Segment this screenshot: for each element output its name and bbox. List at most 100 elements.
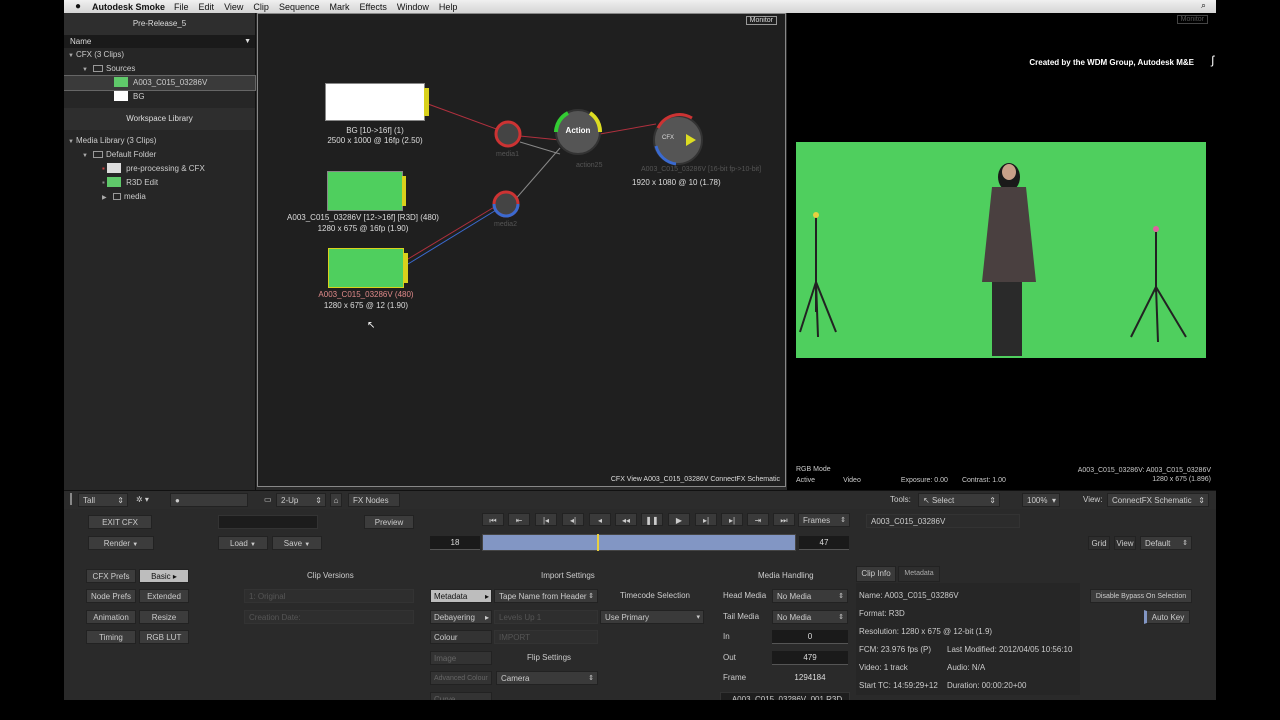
- debayering-button[interactable]: Debayering ▸: [430, 610, 492, 624]
- view-button[interactable]: View: [1114, 536, 1136, 550]
- panel-handle[interactable]: [70, 493, 72, 505]
- flip-dropdown[interactable]: Camera ⇕: [496, 671, 598, 685]
- menu-clip[interactable]: Clip: [253, 2, 269, 12]
- search-field[interactable]: ●: [170, 493, 248, 507]
- frame-end-field[interactable]: 47: [799, 536, 849, 550]
- bg-output-tab[interactable]: [424, 88, 429, 116]
- clip-version-dropdown[interactable]: 1: Original: [244, 589, 414, 603]
- clip-name-field[interactable]: A003_C015_03286V: [866, 514, 1020, 528]
- expand-arrow-icon[interactable]: ▼: [68, 135, 76, 149]
- link-media2-action[interactable]: [512, 147, 561, 203]
- app-name-menu[interactable]: Autodesk Smoke: [92, 2, 165, 12]
- apple-icon[interactable]: ●: [64, 1, 92, 12]
- tab-metadata[interactable]: Metadata: [898, 566, 940, 582]
- tools-dropdown[interactable]: ↖ Select ⇕: [918, 493, 1000, 507]
- media1-node[interactable]: [494, 120, 522, 148]
- play-icon[interactable]: ▶: [668, 513, 690, 526]
- colour-button[interactable]: Colour: [430, 630, 492, 644]
- r3d-output-tab[interactable]: [402, 176, 406, 206]
- r3d-clip-node[interactable]: [327, 171, 403, 211]
- step-back-icon[interactable]: ◂: [589, 513, 611, 526]
- auto-key-button[interactable]: Auto Key: [1144, 610, 1190, 624]
- source-output-tab[interactable]: [404, 253, 408, 283]
- head-media-dropdown[interactable]: No Media ⇕: [772, 589, 848, 603]
- tail-media-dropdown[interactable]: No Media ⇕: [772, 610, 848, 624]
- extended-button[interactable]: Extended: [139, 589, 189, 603]
- link-action-cfx[interactable]: [599, 123, 657, 135]
- menu-view[interactable]: View: [224, 2, 243, 12]
- expand-arrow-icon[interactable]: ▼: [68, 49, 76, 63]
- playhead[interactable]: [597, 534, 599, 551]
- go-to-start-icon[interactable]: ⏮: [482, 513, 504, 526]
- expand-arrow-icon[interactable]: ▼: [82, 63, 90, 77]
- menu-mark[interactable]: Mark: [329, 2, 349, 12]
- fx-nodes-button[interactable]: FX Nodes: [348, 493, 400, 507]
- menu-help[interactable]: Help: [439, 2, 458, 12]
- tall-dropdown[interactable]: Tall ⇕: [78, 493, 128, 507]
- exit-cfx-button[interactable]: EXIT CFX: [88, 515, 152, 529]
- tape-name-dropdown[interactable]: Tape Name from Header ⇕: [494, 589, 598, 603]
- schematic-viewport[interactable]: Monitor BG [10->16f] (1) 2500 x 1000 @ 1…: [257, 13, 786, 487]
- frame-start-field[interactable]: 18: [430, 536, 480, 550]
- default-dropdown[interactable]: Default ⇕: [1140, 536, 1192, 550]
- expand-arrow-icon[interactable]: ▼: [82, 149, 90, 163]
- gear-icon[interactable]: ✲ ▾: [136, 493, 149, 507]
- grid-button[interactable]: Grid: [1088, 536, 1110, 550]
- preview-button[interactable]: Preview: [364, 515, 414, 529]
- spotlight-search-icon[interactable]: ⌕: [1201, 0, 1206, 11]
- timeline-bar[interactable]: [482, 534, 796, 551]
- timing-button[interactable]: Timing: [86, 630, 136, 644]
- source-clip-node[interactable]: [328, 248, 404, 288]
- workspace-library-button[interactable]: Workspace Library: [64, 108, 255, 130]
- next-mark-icon[interactable]: ▸|: [721, 513, 743, 526]
- timecode-dropdown[interactable]: Use Primary ▾: [600, 610, 704, 624]
- resize-button[interactable]: Resize: [139, 610, 189, 624]
- load-button[interactable]: Load ▼: [218, 536, 268, 550]
- prev-keyframe-icon[interactable]: ⇤: [508, 513, 530, 526]
- menu-window[interactable]: Window: [397, 2, 429, 12]
- tree-item-default-folder[interactable]: ▼ Default Folder: [64, 148, 255, 162]
- save-button[interactable]: Save ▼: [272, 536, 322, 550]
- tree-item-sources[interactable]: ▼ Sources: [64, 62, 255, 76]
- frames-dropdown[interactable]: Frames ⇕: [798, 513, 850, 527]
- menu-file[interactable]: File: [174, 2, 189, 12]
- zoom-dropdown[interactable]: 100% ▾: [1022, 493, 1060, 507]
- tree-item-media-library[interactable]: ▼ Media Library (3 Clips): [64, 134, 255, 148]
- home-icon[interactable]: ⌂: [330, 493, 342, 507]
- rgb-lut-button[interactable]: RGB LUT: [139, 630, 189, 644]
- play-reverse-icon[interactable]: ◂◂: [615, 513, 637, 526]
- tree-item-clip-a003[interactable]: A003_C015_03286V: [64, 75, 256, 91]
- tab-clip-info[interactable]: Clip Info: [856, 566, 896, 582]
- go-to-end-icon[interactable]: ⏭: [773, 513, 795, 526]
- prev-mark-icon[interactable]: |◂: [535, 513, 557, 526]
- layout-icon[interactable]: ▭: [264, 493, 272, 507]
- menu-edit[interactable]: Edit: [199, 2, 215, 12]
- sort-arrow-icon[interactable]: ▼: [244, 35, 251, 48]
- basic-button[interactable]: Basic ▸: [139, 569, 189, 583]
- preview-viewport[interactable]: Monitor Created by the WDM Group, Autode…: [787, 13, 1216, 490]
- cfx-prefs-button[interactable]: CFX Prefs: [86, 569, 136, 583]
- tree-item-r3d-edit[interactable]: ▪ R3D Edit: [64, 176, 255, 190]
- tree-item-preprocessing[interactable]: ▪ pre-processing & CFX: [64, 162, 255, 176]
- pause-icon[interactable]: ❚❚: [641, 513, 663, 526]
- tree-item-media[interactable]: ▶ media: [64, 190, 255, 204]
- menu-effects[interactable]: Effects: [359, 2, 386, 12]
- bg-clip-node[interactable]: [325, 83, 425, 121]
- link-media1-action-matte[interactable]: [519, 141, 561, 155]
- node-prefs-button[interactable]: Node Prefs: [86, 589, 136, 603]
- in-field[interactable]: 0: [772, 630, 848, 644]
- name-column-header[interactable]: Name ▼: [64, 35, 255, 48]
- monitor-button-inactive[interactable]: Monitor: [1176, 15, 1208, 24]
- node-name-field[interactable]: [218, 515, 318, 529]
- prev-edit-icon[interactable]: ◂|: [562, 513, 584, 526]
- menu-sequence[interactable]: Sequence: [279, 2, 320, 12]
- disable-bypass-button[interactable]: Disable Bypass On Selection: [1090, 589, 1192, 603]
- tree-item-clip-bg[interactable]: BG: [64, 90, 255, 104]
- render-button[interactable]: Render ▼: [88, 536, 154, 550]
- layout-dropdown[interactable]: 2-Up ⇕: [276, 493, 326, 507]
- link-media1-action[interactable]: [519, 135, 561, 141]
- step-forward-icon[interactable]: ▸|: [695, 513, 717, 526]
- tree-item-cfx[interactable]: ▼ CFX (3 Clips): [64, 48, 255, 62]
- metadata-button[interactable]: Metadata ▸: [430, 589, 492, 603]
- animation-button[interactable]: Animation: [86, 610, 136, 624]
